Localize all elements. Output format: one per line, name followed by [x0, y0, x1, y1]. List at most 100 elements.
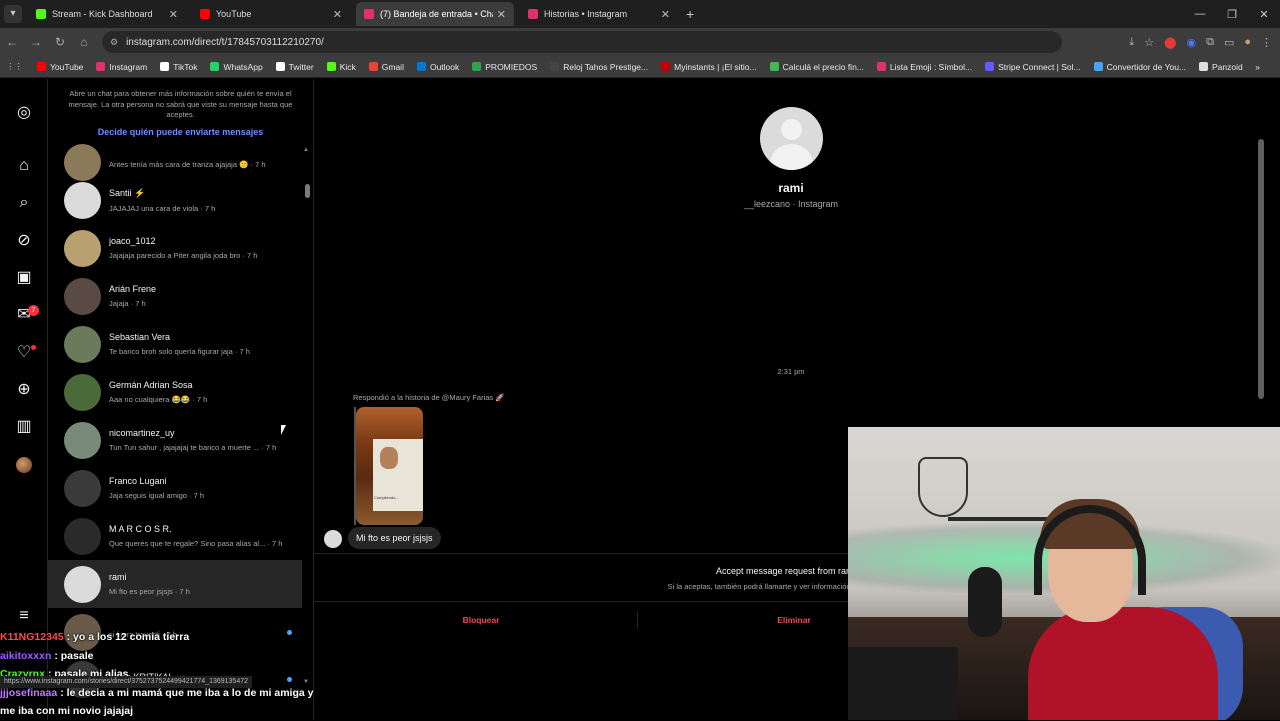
bookmark-favicon-icon: [210, 62, 220, 71]
bookmarks-bar: ⋮⋮ YouTube Instagram TikTok WhatsApp Twitter…: [0, 56, 1280, 78]
extension-icon[interactable]: ◉: [1186, 36, 1196, 49]
bookmark-item[interactable]: PROMIEDOS: [472, 62, 537, 72]
bookmarks-overflow-icon[interactable]: »: [1255, 62, 1260, 72]
minimize-button[interactable]: —: [1184, 8, 1216, 20]
tab-favicon-icon: [364, 9, 374, 19]
profile-avatar[interactable]: [16, 457, 32, 473]
create-icon[interactable]: ⊕: [12, 378, 36, 402]
more-menu-icon[interactable]: ≡: [12, 607, 36, 625]
stream-chat-message: jjjosefinaaa: le decia a mi mamá que me …: [0, 684, 330, 721]
conversation-item[interactable]: M A R C O S R. Que querés que te regale? …: [48, 512, 302, 560]
conversation-preview: Aaa no cualquiera 😂😂 · 7 h: [109, 395, 208, 404]
bookmark-item[interactable]: Twitter: [275, 62, 314, 72]
bookmark-item[interactable]: Lista Emoji : Símbol...: [876, 61, 973, 72]
forward-icon[interactable]: →: [24, 35, 48, 49]
bookmark-item[interactable]: TikTok: [160, 62, 197, 72]
browser-tab[interactable]: Historias • Instagram ✕: [520, 2, 678, 26]
conversation-item[interactable]: rami Mi fto es peor jsjsjs · 7 h: [48, 560, 302, 608]
browser-menu-icon[interactable]: ⋮: [1261, 36, 1272, 49]
nav-rail: ◎ ⌂ ⌕ ⊘ ▣ ✉ 7 ♡ ⊕ ▥ ≡: [0, 79, 48, 720]
reels-icon[interactable]: ▣: [12, 266, 36, 290]
bookmark-label: Reloj Tahos Prestige...: [563, 61, 649, 72]
conversation-text: Franco Lugani Jaja seguis igual amigo · 7…: [109, 476, 204, 500]
bookmark-item[interactable]: Stripe Connect | Sol...: [985, 62, 1081, 72]
install-app-icon[interactable]: ⤓: [1129, 36, 1134, 49]
extension-icon[interactable]: ⬤: [1164, 36, 1176, 49]
toolbar-icons: ⤓ ☆ ⬤ ◉ ⧉ ▭ ● ⋮: [1129, 28, 1272, 56]
back-icon[interactable]: ←: [0, 35, 24, 49]
bookmark-label: PROMIEDOS: [485, 61, 538, 72]
conversation-preview: Jajajaja parecido a Piter angila joda br…: [109, 251, 258, 260]
bookmark-item[interactable]: Convertidor de You...: [1093, 62, 1186, 72]
message-bubble[interactable]: Mi fto es peor jsjsjs: [348, 527, 441, 549]
bookmark-item[interactable]: Outlook: [416, 62, 459, 72]
page-scrollbar[interactable]: [1258, 139, 1264, 399]
apps-grid-icon[interactable]: ⋮⋮: [6, 61, 23, 72]
bookmark-label: Lista Emoji : Símbol...: [889, 61, 973, 72]
bookmark-star-icon[interactable]: ☆: [1144, 36, 1154, 49]
conversation-preview: Jaja seguis igual amigo · 7 h: [109, 491, 205, 500]
dashboard-icon[interactable]: ▥: [12, 415, 36, 439]
bookmark-item[interactable]: Gmail: [368, 62, 404, 72]
site-info-icon[interactable]: ⚙: [110, 37, 118, 48]
story-thumbnail[interactable]: Cumpliendo...: [356, 407, 423, 525]
profile-avatar[interactable]: ●: [1244, 36, 1251, 48]
sidebar-icon[interactable]: ▭: [1224, 36, 1234, 49]
message-count-badge: 7: [28, 305, 39, 316]
message-controls-link[interactable]: Decide quién puede enviarte mensajes: [58, 127, 303, 137]
wall-drawing: [918, 457, 968, 517]
stream-chat-message: aikitoxxxn: pasale: [0, 647, 330, 666]
bookmark-favicon-icon: [37, 62, 46, 71]
bookmark-item[interactable]: Myinstants | ¡El sitio...: [661, 62, 757, 72]
bookmark-item[interactable]: Panzoid: [1199, 62, 1243, 72]
browser-tab[interactable]: YouTube ✕: [192, 2, 350, 26]
conversation-item[interactable]: nicomartinez_uy Tun Tun sahur , jajajajaj…: [48, 416, 302, 464]
conversation-item[interactable]: joaco_1012 Jajajaja parecido a Piter angi…: [48, 224, 302, 272]
conversation-item[interactable]: Santii ⚡ JAJAJAJ una cara de viola · 7 h: [48, 176, 302, 224]
browser-tab[interactable]: Stream - Kick Dashboard ✕: [28, 2, 186, 26]
conversation-text: Germán Adrian Sosa Aaa no cualquiera 😂😂 ·…: [109, 380, 207, 404]
bookmark-item[interactable]: Kick: [326, 62, 356, 72]
conversation-item[interactable]: Franco Lugani Jaja seguis igual amigo · 7…: [48, 464, 302, 512]
conversation-name: nicomartinez_uy: [109, 428, 175, 438]
block-button[interactable]: Bloquear: [321, 615, 641, 625]
tab-label: Historias • Instagram: [544, 9, 628, 19]
home-icon[interactable]: ⌂: [72, 35, 96, 49]
bookmark-item[interactable]: Calculá el precio fin...: [769, 62, 864, 72]
conversation-scrollbar[interactable]: [305, 184, 310, 198]
close-window-button[interactable]: ✕: [1248, 8, 1280, 21]
conversation-item[interactable]: Arián Frene Jajaja · 7 h: [48, 272, 302, 320]
bookmark-item[interactable]: WhatsApp: [210, 61, 263, 72]
new-tab-button[interactable]: +: [686, 6, 694, 22]
search-icon[interactable]: ⌕: [12, 191, 36, 215]
explore-icon[interactable]: ⊘: [12, 229, 36, 253]
extensions-icon[interactable]: ⧉: [1206, 36, 1214, 49]
conversation-avatar: [64, 181, 101, 219]
maximize-button[interactable]: ❐: [1216, 8, 1248, 21]
browser-tab[interactable]: (7) Bandeja de entrada • Chats ✕: [356, 2, 514, 26]
bookmark-item[interactable]: Instagram: [96, 62, 147, 72]
bookmark-item[interactable]: Reloj Tahos Prestige...: [550, 62, 648, 72]
conversation-preview: Antes tenía más cara de tranza ajajaja 🙂…: [109, 160, 266, 169]
tab-close-icon[interactable]: ✕: [661, 8, 670, 21]
tab-label: Stream - Kick Dashboard: [52, 9, 153, 19]
home-icon[interactable]: ⌂: [12, 154, 36, 178]
bookmark-item[interactable]: YouTube: [37, 62, 83, 72]
webcam-overlay: [848, 427, 1280, 720]
tab-close-icon[interactable]: ✕: [333, 8, 342, 21]
bookmark-label: WhatsApp: [223, 61, 263, 72]
thread-name: rami: [778, 181, 804, 195]
url-field[interactable]: ⚙ instagram.com/direct/t/178457031122102…: [102, 31, 1062, 53]
conversation-item[interactable]: Germán Adrian Sosa Aaa no cualquiera 😂😂 ·…: [48, 368, 302, 416]
stream-chat-overlay: K11NG12345: yo a los 12 comia tierra aiki…: [0, 628, 330, 721]
reload-icon[interactable]: ↻: [48, 35, 72, 49]
conversation-item[interactable]: Sebastian Vera Te banco broh solo quería …: [48, 320, 302, 368]
tab-search-button[interactable]: ▾: [4, 5, 22, 23]
monitor: [848, 647, 958, 720]
bookmark-label: Panzoid: [1212, 61, 1243, 72]
tab-close-icon[interactable]: ✕: [497, 8, 506, 21]
scroll-up-arrow[interactable]: ▲: [303, 147, 309, 153]
thread-avatar[interactable]: [760, 107, 823, 170]
instagram-logo-icon[interactable]: ◎: [12, 101, 36, 125]
tab-close-icon[interactable]: ✕: [169, 8, 178, 21]
